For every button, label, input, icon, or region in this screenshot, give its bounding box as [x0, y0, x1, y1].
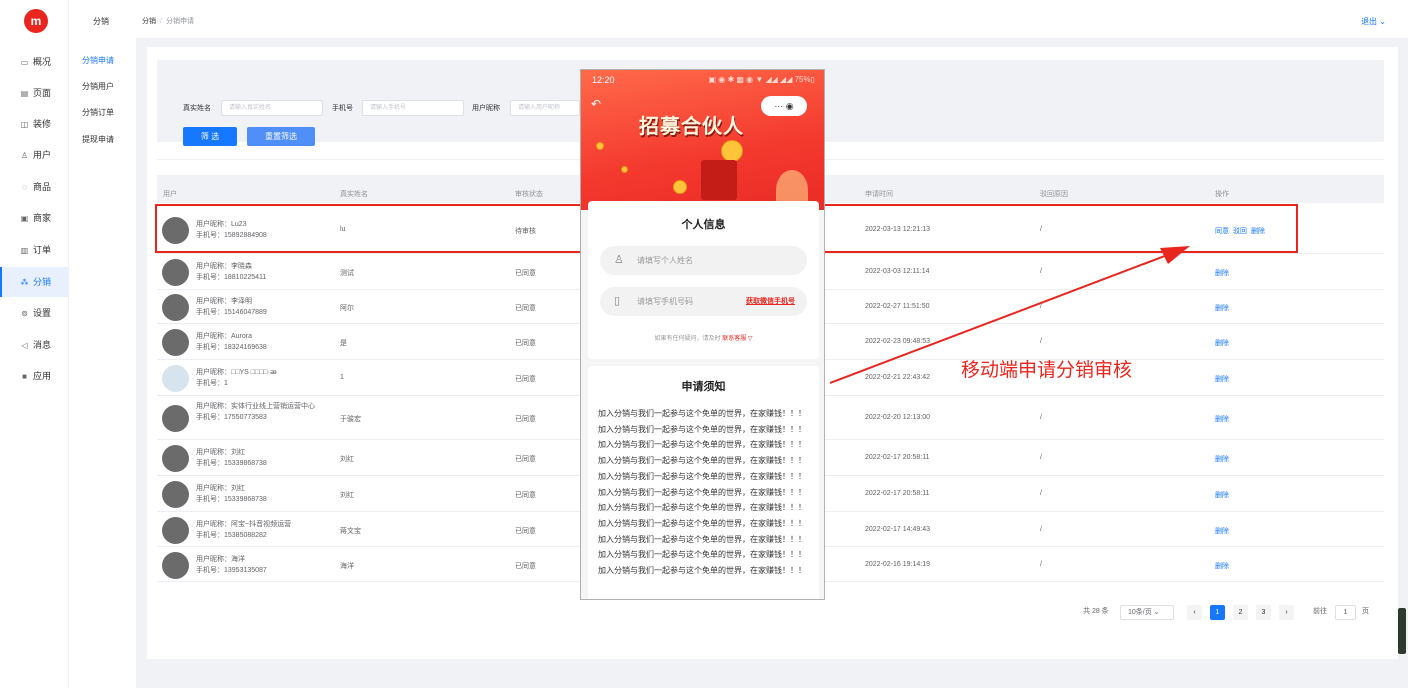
notice-title: 申请须知 [681, 381, 726, 393]
side-handle[interactable] [1398, 608, 1406, 654]
mobile-preview: 12:20 ▣ ◉ ✱ ▩ ◉ ▼ ◢◢ ◢◢ 75%▯ ↶ ··· ◉ 招募合… [580, 69, 825, 600]
notice-card: 申请须知 加入分销与我们一起参与这个免单的世界，在家赚钱！！！加入分销与我们一起… [588, 366, 819, 599]
mobile-icon: ▯ [614, 295, 621, 307]
get-wechat-phone-button[interactable]: 获取微信手机号 [746, 287, 795, 316]
notice-body: 加入分销与我们一起参与这个免单的世界，在家赚钱！！！加入分销与我们一起参与这个免… [598, 409, 806, 576]
recruit-banner: 12:20 ▣ ◉ ✱ ▩ ◉ ▼ ◢◢ ◢◢ 75%▯ ↶ ··· ◉ 招募合… [581, 70, 824, 210]
help-message: 如果有任何疑问，请及时 [654, 336, 721, 342]
phone-input-placeholder: 请填写手机号码 [637, 297, 693, 306]
back-icon[interactable]: ↶ [591, 97, 601, 111]
coin-decoration [721, 140, 743, 162]
coin-decoration [673, 180, 687, 194]
app-root: m ▭ 概况 ▤ 页面 ◫ 装修 ♙ 用户 ◌ 商品 ▣ 商家 ▥ 订单 ⁂ 分销 ⊚ 设置 ◁ 消息 ■ 应用 分销 分… [0, 0, 1408, 688]
name-input-placeholder: 请填写个人姓名 [637, 256, 693, 265]
phone-status-icons: ▣ ◉ ✱ ▩ ◉ ▼ ◢◢ ◢◢ 75%▯ [708, 75, 815, 84]
personal-info-card: 个人信息 ♙ 请填写个人姓名 ▯ 请填写手机号码 获取微信手机号 如果有任何疑问… [588, 201, 819, 359]
personal-info-title: 个人信息 [681, 219, 726, 231]
phone-status-time: 12:20 [592, 75, 615, 85]
coin-decoration [621, 166, 628, 173]
help-text: 如果有任何疑问，请及时 联系客服 ▽ [588, 333, 819, 342]
coin-decoration [596, 142, 604, 150]
phone-number-input[interactable]: ▯ 请填写手机号码 获取微信手机号 [600, 287, 807, 316]
banner-title: 招募合伙人 [639, 116, 744, 138]
user-icon: ♙ [614, 254, 624, 266]
contact-service-link[interactable]: 联系客服 ▽ [722, 336, 752, 342]
gift-box-icon [701, 160, 737, 200]
name-input[interactable]: ♙ 请填写个人姓名 [600, 246, 807, 275]
miniprogram-capsule[interactable]: ··· ◉ [761, 96, 807, 116]
annotation-label: 移动端申请分销审核 [961, 360, 1133, 381]
